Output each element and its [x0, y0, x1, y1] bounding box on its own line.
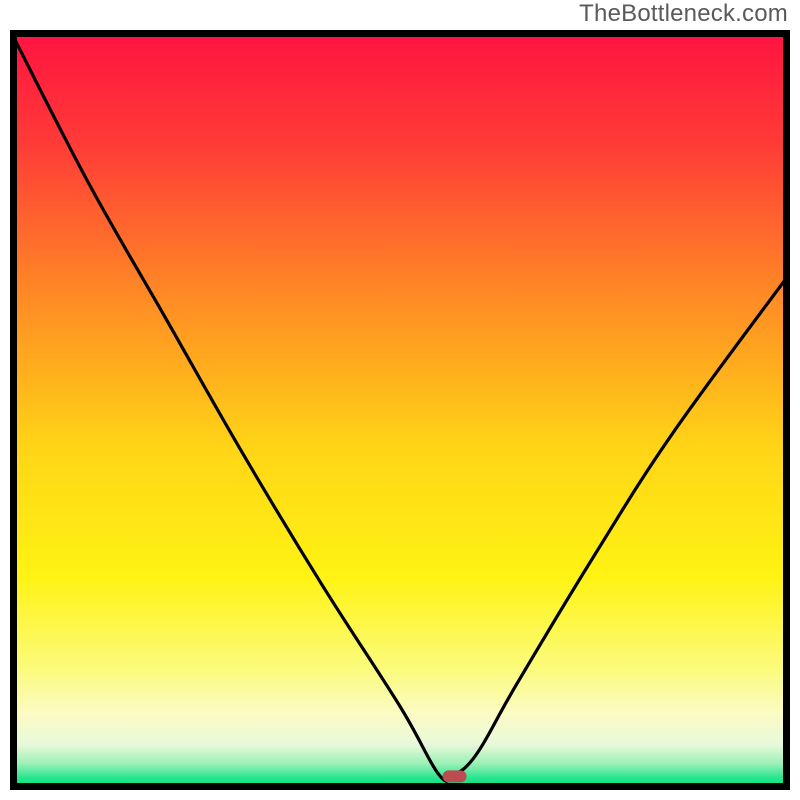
- plot-area: [10, 30, 790, 790]
- gradient-rect: [10, 30, 790, 790]
- optimal-marker: [443, 770, 467, 782]
- attribution-text: TheBottleneck.com: [579, 0, 788, 28]
- chart-stage: TheBottleneck.com: [0, 0, 800, 800]
- plot-svg: [10, 30, 790, 790]
